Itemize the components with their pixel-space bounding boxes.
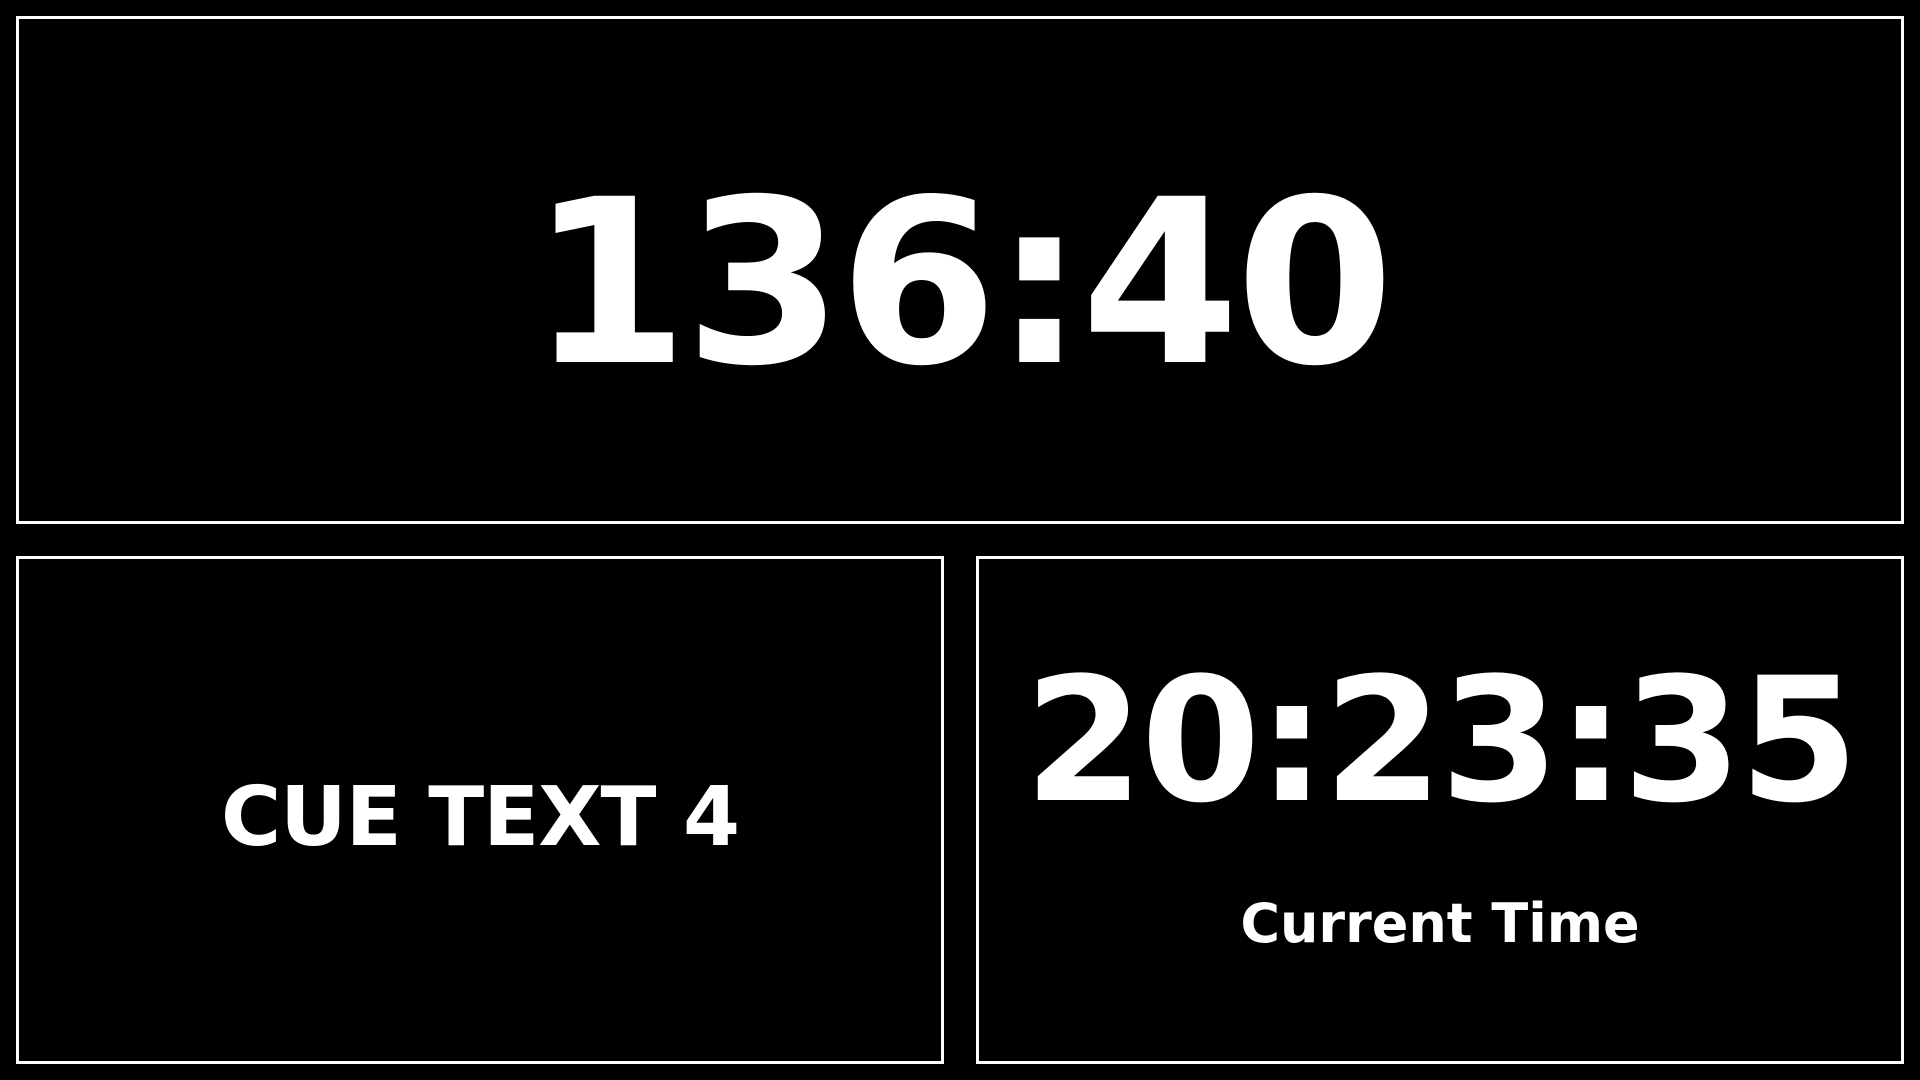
cue-panel: CUE TEXT 4 <box>16 556 944 1064</box>
current-time-value: 20:23:35 <box>1024 640 1859 841</box>
cue-text: CUE TEXT 4 <box>220 770 740 865</box>
current-time-label: Current Time <box>1240 892 1640 955</box>
current-time-panel: 20:23:35 Current Time <box>976 556 1904 1064</box>
countdown-panel: 136:40 <box>16 16 1904 524</box>
countdown-timer: 136:40 <box>529 150 1394 416</box>
